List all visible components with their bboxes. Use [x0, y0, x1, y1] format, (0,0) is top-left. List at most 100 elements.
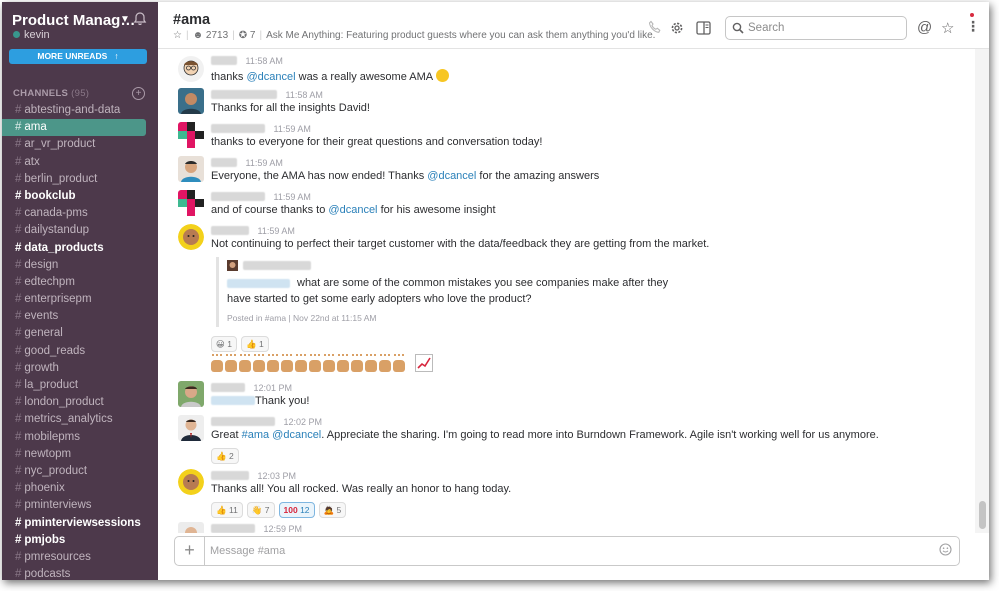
add-channel-icon[interactable]: +: [132, 87, 145, 100]
sender-name[interactable]: [211, 192, 265, 201]
sender-name[interactable]: [211, 90, 277, 99]
sidebar-channel-nyc_product[interactable]: # nyc_product: [2, 463, 158, 480]
message-time[interactable]: 12:02 PM: [284, 417, 323, 427]
user-mention[interactable]: @dcancel: [272, 429, 321, 441]
reaction-thumbs-up[interactable]: 👍 2: [211, 448, 239, 464]
sidebar-channel-data_products[interactable]: # data_products: [2, 240, 158, 257]
emoji-picker-icon[interactable]: [939, 543, 952, 556]
sidebar-channel-canada-pms[interactable]: # canada-pms: [2, 205, 158, 222]
details-pane-icon[interactable]: [696, 21, 711, 35]
message-pane[interactable]: 11:58 AM thanks @dcancel was a really aw…: [158, 49, 975, 533]
sidebar-channel-edtechpm[interactable]: # edtechpm: [2, 274, 158, 291]
user-mention[interactable]: [211, 396, 255, 405]
sender-name[interactable]: [211, 56, 237, 65]
avatar[interactable]: [178, 156, 204, 182]
sender-name[interactable]: [211, 226, 249, 235]
avatar[interactable]: [178, 88, 204, 114]
sender-name[interactable]: [211, 524, 255, 533]
gear-icon[interactable]: [670, 21, 684, 35]
sidebar-channel-berlin_product[interactable]: # berlin_product: [2, 171, 158, 188]
sidebar-channel-pmresources[interactable]: # pmresources: [2, 549, 158, 566]
chevron-down-icon[interactable]: ▼: [120, 14, 130, 25]
reaction-wave[interactable]: 👋 7: [246, 502, 275, 518]
sidebar-channel-growth[interactable]: # growth: [2, 360, 158, 377]
sidebar-channel-pminterviewsessions[interactable]: # pminterviewsessions: [2, 515, 158, 532]
sidebar-channel-events[interactable]: # events: [2, 308, 158, 325]
channels-header[interactable]: CHANNELS (95): [13, 88, 89, 99]
reaction-grinning-face[interactable]: 😀 1: [211, 336, 237, 352]
user-mention[interactable]: @dcancel: [246, 71, 295, 83]
message-time[interactable]: 11:59 AM: [274, 192, 311, 202]
avatar[interactable]: [178, 56, 204, 82]
more-unreads-button[interactable]: MORE UNREADS ↑: [9, 49, 147, 64]
message-time[interactable]: 11:59 AM: [258, 226, 295, 236]
sender-name[interactable]: [211, 417, 275, 426]
message-time[interactable]: 12:01 PM: [254, 383, 293, 393]
star-channel-icon[interactable]: ☆: [173, 30, 182, 41]
avatar[interactable]: [178, 190, 204, 216]
sidebar-channel-mobilepms[interactable]: # mobilepms: [2, 429, 158, 446]
message-time[interactable]: 12:59 PM: [264, 524, 303, 533]
channel-link[interactable]: #ama: [242, 429, 270, 441]
sender-name[interactable]: [211, 471, 249, 480]
channel-title[interactable]: #ama: [173, 12, 210, 28]
message-time[interactable]: 12:03 PM: [258, 471, 297, 481]
sidebar-channel-general[interactable]: # general: [2, 325, 158, 342]
quoted-message-attachment[interactable]: what are some of the common mistakes you…: [216, 257, 668, 327]
sender-name[interactable]: [211, 383, 245, 392]
sender-name[interactable]: [211, 158, 237, 167]
more-options-icon[interactable]: ⋮: [966, 18, 980, 35]
sidebar-channel-dailystandup[interactable]: # dailystandup: [2, 222, 158, 239]
scrollbar-thumb[interactable]: [979, 501, 986, 529]
reaction-hundred[interactable]: 100 12: [278, 502, 315, 518]
sidebar-channel-pminterviews[interactable]: # pminterviews: [2, 497, 158, 514]
sidebar-channel-metrics_analytics[interactable]: # metrics_analytics: [2, 411, 158, 428]
message-time[interactable]: 11:58 AM: [286, 90, 323, 100]
bell-icon[interactable]: [132, 11, 148, 27]
avatar[interactable]: [178, 522, 204, 533]
quoted-sender-name[interactable]: [243, 261, 311, 270]
phone-icon[interactable]: [648, 20, 662, 34]
sidebar-channel-design[interactable]: # design: [2, 257, 158, 274]
avatar[interactable]: [178, 224, 204, 250]
message-input[interactable]: [210, 543, 910, 559]
reaction-thumbs-up[interactable]: 👍 11: [211, 502, 243, 518]
avatar[interactable]: [178, 415, 204, 441]
avatar[interactable]: [178, 381, 204, 407]
reaction-person-bowing[interactable]: 🙇 5: [318, 502, 347, 518]
search-input[interactable]: [748, 19, 898, 36]
sidebar-channel-abtesting-and-data[interactable]: # abtesting-and-data: [2, 102, 158, 119]
members-icon[interactable]: ☻: [193, 30, 204, 41]
sidebar-channel-phoenix[interactable]: # phoenix: [2, 480, 158, 497]
search-box[interactable]: [725, 16, 907, 40]
mentions-icon[interactable]: @: [917, 19, 932, 36]
quoted-footer[interactable]: Posted in #ama | Nov 22nd at 11:15 AM: [227, 313, 376, 323]
avatar[interactable]: [178, 469, 204, 495]
message-time[interactable]: 11:59 AM: [246, 158, 283, 168]
avatar[interactable]: [178, 122, 204, 148]
sidebar-channel-bookclub[interactable]: # bookclub: [2, 188, 158, 205]
message-time[interactable]: 11:59 AM: [274, 124, 311, 134]
team-name[interactable]: Product Manag…: [12, 12, 135, 29]
pin-icon[interactable]: ✪: [239, 30, 247, 41]
sidebar-channel-london_product[interactable]: # london_product: [2, 394, 158, 411]
sidebar-channel-good_reads[interactable]: # good_reads: [2, 343, 158, 360]
sidebar-channel-ama[interactable]: # ama: [2, 119, 146, 137]
member-count[interactable]: 2713: [206, 30, 228, 41]
user-mention[interactable]: @dcancel: [328, 204, 377, 216]
sidebar-channel-enterprisepm[interactable]: # enterprisepm: [2, 291, 158, 308]
sidebar-channel-newtopm[interactable]: # newtopm: [2, 446, 158, 463]
sidebar-channel-ar_vr_product[interactable]: # ar_vr_product: [2, 136, 158, 153]
starred-items-icon[interactable]: ☆: [941, 19, 954, 37]
sidebar-channel-la_product[interactable]: # la_product: [2, 377, 158, 394]
user-mention[interactable]: @dcancel: [427, 170, 476, 182]
reaction-thumbs-up[interactable]: 👍 1: [240, 336, 269, 352]
sender-name[interactable]: [211, 124, 265, 133]
quoted-mention[interactable]: [227, 279, 290, 288]
sidebar-channel-pmjobs[interactable]: # pmjobs: [2, 532, 158, 549]
channel-topic[interactable]: Ask Me Anything: Featuring product guest…: [266, 30, 655, 41]
scrollbar[interactable]: [975, 49, 989, 533]
message-time[interactable]: 11:58 AM: [246, 56, 283, 66]
pinned-count[interactable]: 7: [250, 30, 256, 41]
sidebar-channel-podcasts[interactable]: # podcasts: [2, 566, 158, 580]
